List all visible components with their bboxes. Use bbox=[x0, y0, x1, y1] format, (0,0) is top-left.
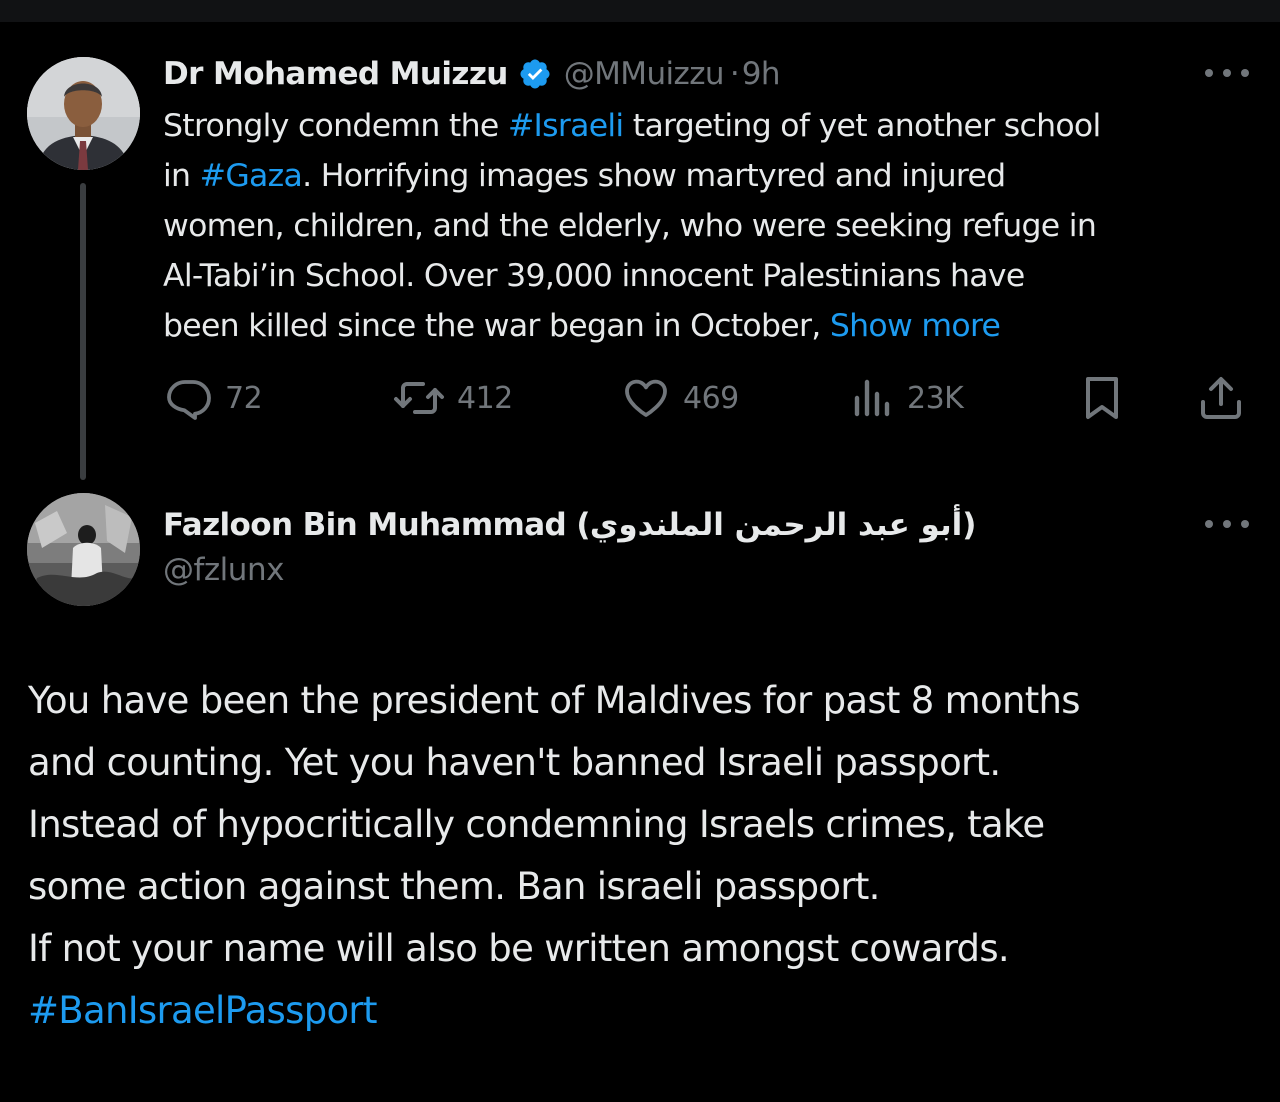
author-avatar[interactable] bbox=[27, 57, 140, 170]
repost-count: 412 bbox=[457, 380, 513, 416]
reply-icon bbox=[167, 380, 211, 420]
reply-author-name[interactable]: Fazloon Bin Muhammad (أبو عبد الرحمن الم… bbox=[163, 507, 976, 543]
show-more-link[interactable]: Show more bbox=[830, 308, 1001, 344]
tweet-header: Dr Mohamed Muizzu @MMuizzu · 9h bbox=[163, 53, 781, 95]
hashtag-israeli[interactable]: #Israeli bbox=[508, 108, 624, 144]
hashtag-gaza[interactable]: #Gaza bbox=[200, 158, 303, 194]
tweet-text-line: Al-Tabi’in School. Over 39,000 innocent … bbox=[163, 258, 1025, 294]
hashtag-banisraelpassport[interactable]: #BanIsraelPassport bbox=[28, 980, 1268, 1042]
tweet-actions: 72 412 469 23K bbox=[163, 370, 1253, 426]
reply-text-line: and counting. Yet you haven't banned Isr… bbox=[28, 741, 1001, 784]
reply-header: Fazloon Bin Muhammad (أبو عبد الرحمن الم… bbox=[163, 503, 976, 547]
tweet-text-line: women, children, and the elderly, who we… bbox=[163, 208, 1097, 244]
reply-text-line: You have been the president of Maldives … bbox=[28, 679, 1081, 722]
like-icon bbox=[625, 379, 667, 417]
more-icon[interactable] bbox=[1205, 66, 1249, 80]
like-count: 469 bbox=[683, 380, 739, 416]
reply-count: 72 bbox=[225, 380, 263, 416]
thread-connector-line bbox=[80, 183, 86, 480]
tweet-text-line: in #Gaza. Horrifying images show martyre… bbox=[163, 158, 1006, 194]
more-icon[interactable] bbox=[1205, 517, 1249, 531]
views-count: 23K bbox=[907, 380, 964, 416]
share-button[interactable] bbox=[1197, 370, 1245, 426]
repost-button[interactable]: 412 bbox=[393, 370, 513, 426]
tweet-text-line: Strongly condemn the #Israeli targeting … bbox=[163, 108, 1101, 144]
repost-icon bbox=[394, 382, 444, 414]
share-icon bbox=[1201, 377, 1241, 419]
tweet-text-line: been killed since the war began in Octob… bbox=[163, 308, 1001, 344]
separator-dot: · bbox=[729, 56, 740, 92]
tweet-timestamp[interactable]: 9h bbox=[742, 56, 781, 92]
reply-text-line: If not your name will also be written am… bbox=[28, 927, 1010, 970]
reply-text-line: Instead of hypocritically condemning Isr… bbox=[28, 803, 1045, 846]
bookmark-icon bbox=[1086, 377, 1118, 419]
top-bar bbox=[0, 0, 1280, 22]
bookmark-button[interactable] bbox=[1081, 370, 1123, 426]
views-icon bbox=[854, 379, 890, 417]
reply-author-handle[interactable]: @fzlunx bbox=[163, 552, 284, 588]
reply-author-avatar[interactable] bbox=[27, 493, 140, 606]
author-name[interactable]: Dr Mohamed Muizzu bbox=[163, 56, 508, 92]
views-button[interactable]: 23K bbox=[851, 370, 964, 426]
reply-button[interactable]: 72 bbox=[165, 370, 263, 426]
reply-text-line: some action against them. Ban israeli pa… bbox=[28, 865, 880, 908]
reply-text: You have been the president of Maldives … bbox=[28, 670, 1268, 1042]
tweet-text: Strongly condemn the #Israeli targeting … bbox=[163, 101, 1263, 351]
author-handle[interactable]: @MMuizzu bbox=[564, 56, 725, 92]
verified-badge-icon bbox=[520, 59, 550, 89]
like-button[interactable]: 469 bbox=[621, 370, 739, 426]
